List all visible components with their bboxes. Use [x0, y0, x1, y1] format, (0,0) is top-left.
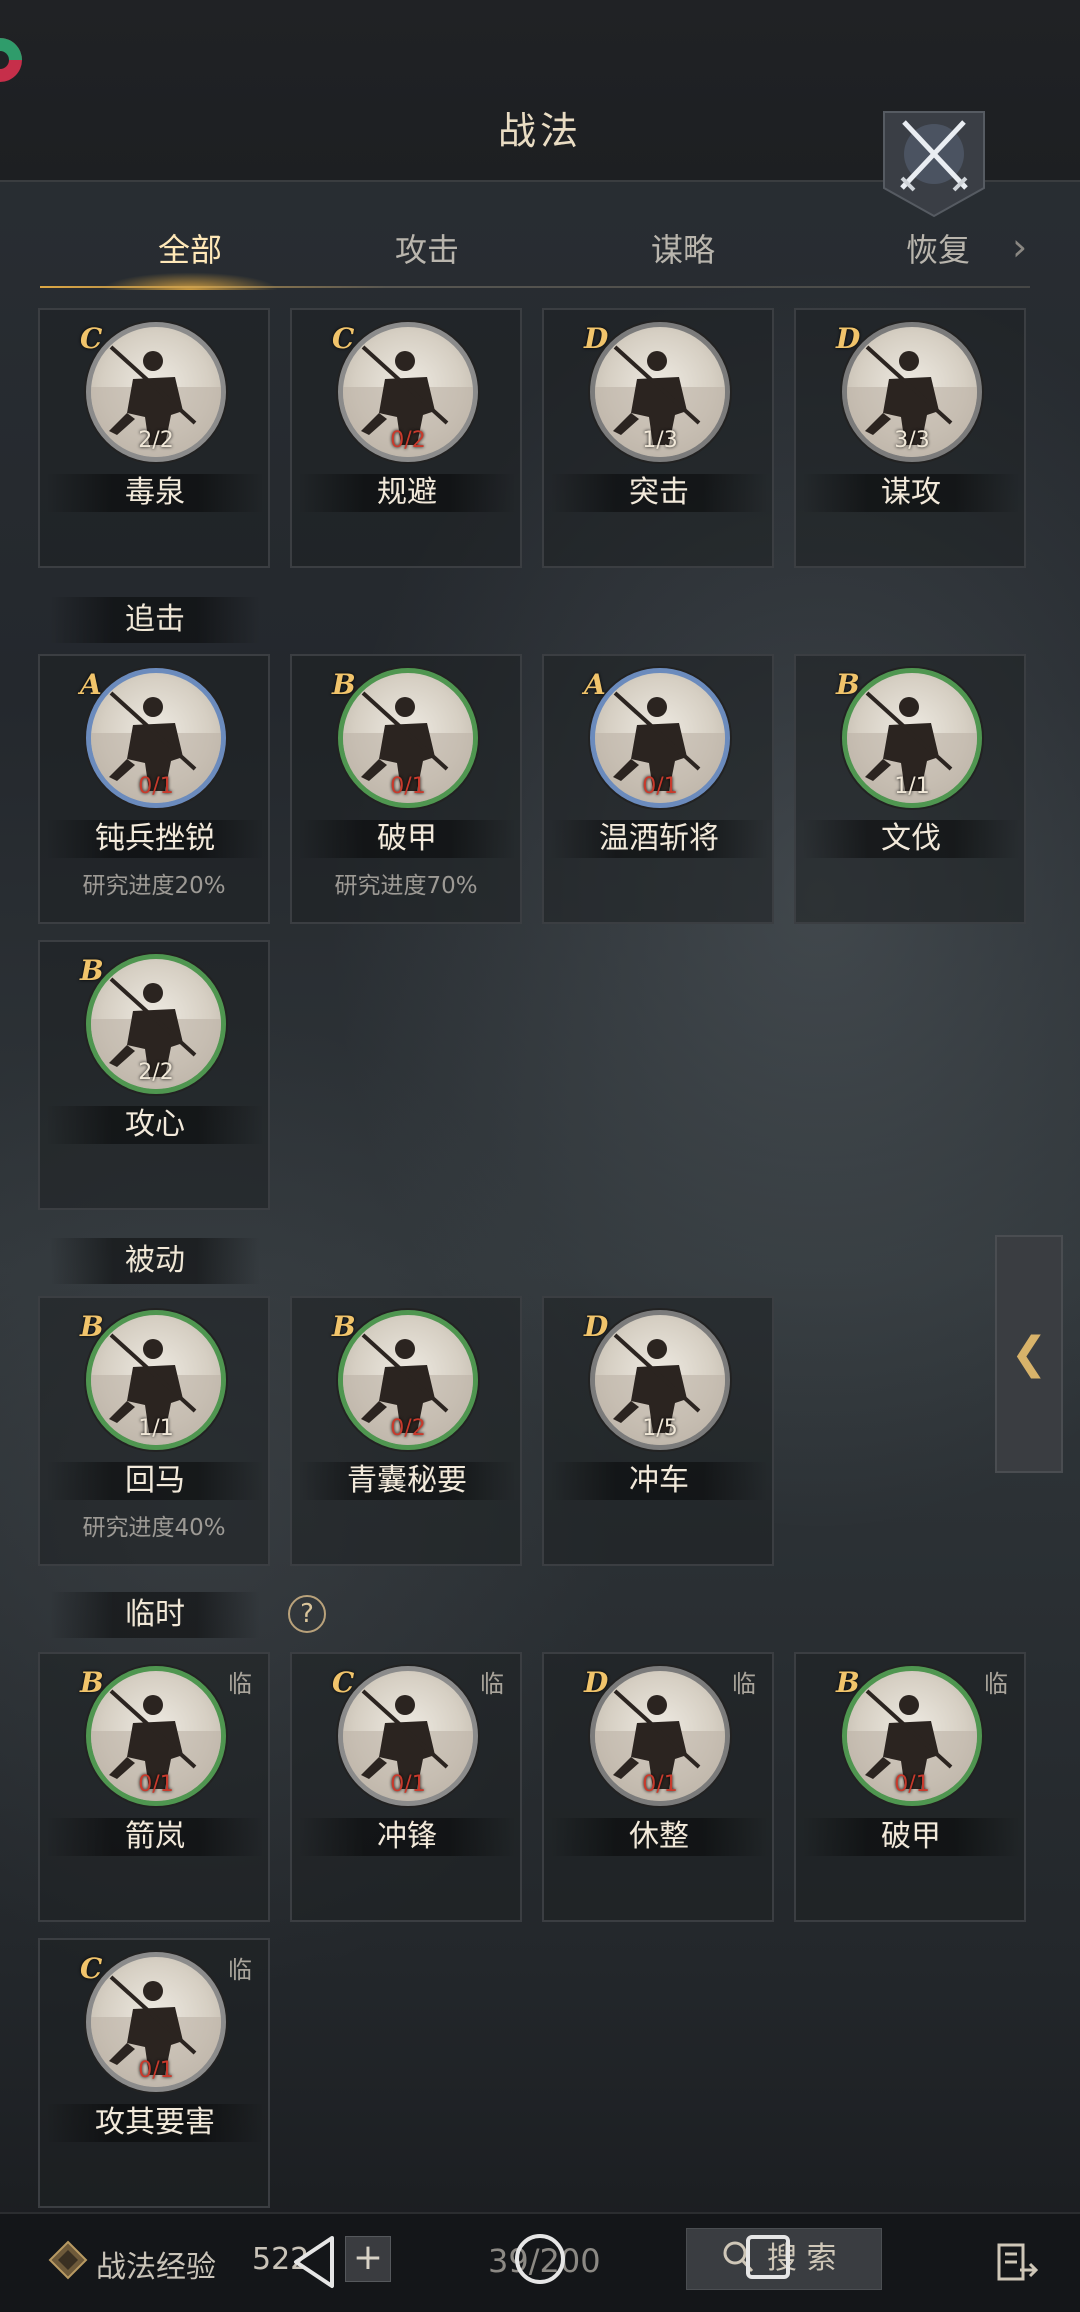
skill-count: 1/3 — [642, 428, 678, 453]
grade-badge: B — [80, 954, 104, 987]
skill-name: 休整 — [550, 1818, 768, 1856]
grade-badge: D — [836, 322, 861, 355]
tab-underline — [40, 286, 1030, 288]
category-tabs: 全部 攻击 谋略 恢复 — [40, 220, 1030, 290]
skill-count: 0/1 — [138, 1772, 174, 1797]
tab-strategy[interactable]: 谋略 — [573, 220, 793, 290]
grade-badge: B — [80, 1666, 104, 1699]
skill-count: 0/2 — [390, 428, 426, 453]
skill-name: 毒泉 — [46, 474, 264, 512]
skill-card[interactable]: D 临 0/1 休整 — [542, 1652, 774, 1922]
skill-card[interactable]: B 2/2 攻心 — [38, 940, 270, 1210]
skill-count: 0/2 — [390, 1416, 426, 1441]
skill-name: 文伐 — [802, 820, 1020, 858]
exit-icon[interactable] — [996, 2242, 1038, 2282]
skill-name: 青囊秘要 — [298, 1462, 516, 1500]
side-panel-toggle[interactable]: ❮ — [995, 1235, 1063, 1473]
grade-badge: D — [584, 322, 609, 355]
section-label-temporary: 临时 — [50, 1592, 260, 1638]
skill-count: 3/3 — [894, 428, 930, 453]
skill-card[interactable]: B 临 0/1 破甲 — [794, 1652, 1026, 1922]
skill-card[interactable]: D 1/5 冲车 — [542, 1296, 774, 1566]
skill-name: 回马 — [46, 1462, 264, 1500]
skill-card[interactable]: C 2/2 毒泉 — [38, 308, 270, 568]
grade-badge: D — [584, 1666, 609, 1699]
skill-name: 突击 — [550, 474, 768, 512]
skill-name: 破甲 — [802, 1818, 1020, 1856]
add-xp-button[interactable]: + — [345, 2236, 391, 2282]
skill-card[interactable]: A 0/1 温酒斩将 — [542, 654, 774, 924]
temporary-badge: 临 — [732, 1670, 756, 1698]
skill-count: 0/1 — [390, 774, 426, 799]
skill-card[interactable]: B 临 0/1 箭岚 — [38, 1652, 270, 1922]
skill-card[interactable]: B 0/2 青囊秘要 — [290, 1296, 522, 1566]
skill-name: 冲锋 — [298, 1818, 516, 1856]
skill-card[interactable]: C 0/2 规避 — [290, 308, 522, 568]
skill-count: 0/1 — [138, 774, 174, 799]
grade-badge: C — [80, 322, 103, 355]
skill-name: 钝兵挫锐 — [46, 820, 264, 858]
tab-all[interactable]: 全部 — [80, 220, 300, 290]
crossed-swords-icon[interactable] — [880, 108, 988, 220]
skill-name: 冲车 — [550, 1462, 768, 1500]
chevron-right-icon[interactable]: › — [1012, 225, 1027, 269]
skill-name: 箭岚 — [46, 1818, 264, 1856]
temporary-badge: 临 — [228, 1956, 252, 1984]
nav-back-icon[interactable] — [290, 2232, 338, 2292]
grade-badge: C — [80, 1952, 103, 1985]
research-progress: 研究进度70% — [334, 873, 478, 899]
skill-name: 谋攻 — [802, 474, 1020, 512]
skill-count: 0/1 — [138, 2058, 174, 2083]
logo-icon — [0, 38, 22, 82]
skill-card[interactable]: D 1/3 突击 — [542, 308, 774, 568]
temporary-badge: 临 — [228, 1670, 252, 1698]
temporary-badge: 临 — [480, 1670, 504, 1698]
research-progress: 研究进度20% — [82, 873, 226, 899]
skill-card[interactable]: C 临 0/1 攻其要害 — [38, 1938, 270, 2208]
nav-recent-icon[interactable] — [745, 2234, 791, 2280]
research-progress: 研究进度40% — [82, 1515, 226, 1541]
skill-count: 1/1 — [894, 774, 930, 799]
help-icon[interactable]: ? — [288, 1595, 326, 1633]
skill-count: 0/1 — [642, 774, 678, 799]
temporary-badge: 临 — [984, 1670, 1008, 1698]
skill-name: 温酒斩将 — [550, 820, 768, 858]
skill-card[interactable]: C 临 0/1 冲锋 — [290, 1652, 522, 1922]
skill-card[interactable]: D 3/3 谋攻 — [794, 308, 1026, 568]
skill-count: 1/5 — [642, 1416, 678, 1441]
skill-count: 2/2 — [138, 428, 174, 453]
skill-count: 1/1 — [138, 1416, 174, 1441]
skill-card[interactable]: B 1/1 回马 研究进度40% — [38, 1296, 270, 1566]
chevron-left-icon: ❮ — [1010, 1328, 1048, 1379]
grade-badge: A — [584, 668, 606, 701]
section-label-passive: 被动 — [50, 1238, 260, 1284]
section-label-pursuit: 追击 — [50, 597, 260, 643]
grade-badge: B — [332, 1310, 356, 1343]
grade-badge: B — [836, 668, 860, 701]
skill-count: 0/1 — [894, 1772, 930, 1797]
skill-count: 0/1 — [390, 1772, 426, 1797]
nav-home-icon[interactable] — [513, 2232, 567, 2286]
xp-label: 战法经验 — [96, 2250, 216, 2285]
skill-count: 0/1 — [642, 1772, 678, 1797]
skill-name: 攻其要害 — [46, 2104, 264, 2142]
skill-card[interactable]: A 0/1 钝兵挫锐 研究进度20% — [38, 654, 270, 924]
skill-name: 规避 — [298, 474, 516, 512]
skill-card[interactable]: B 1/1 文伐 — [794, 654, 1026, 924]
grade-badge: B — [836, 1666, 860, 1699]
grade-badge: A — [80, 668, 102, 701]
skill-name: 破甲 — [298, 820, 516, 858]
grade-badge: B — [80, 1310, 104, 1343]
skill-name: 攻心 — [46, 1106, 264, 1144]
xp-icon — [48, 2240, 88, 2280]
tab-attack[interactable]: 攻击 — [317, 220, 537, 290]
grade-badge: C — [332, 322, 355, 355]
skill-count: 2/2 — [138, 1060, 174, 1085]
grade-badge: D — [584, 1310, 609, 1343]
grade-badge: B — [332, 668, 356, 701]
grade-badge: C — [332, 1666, 355, 1699]
skill-card[interactable]: B 0/1 破甲 研究进度70% — [290, 654, 522, 924]
